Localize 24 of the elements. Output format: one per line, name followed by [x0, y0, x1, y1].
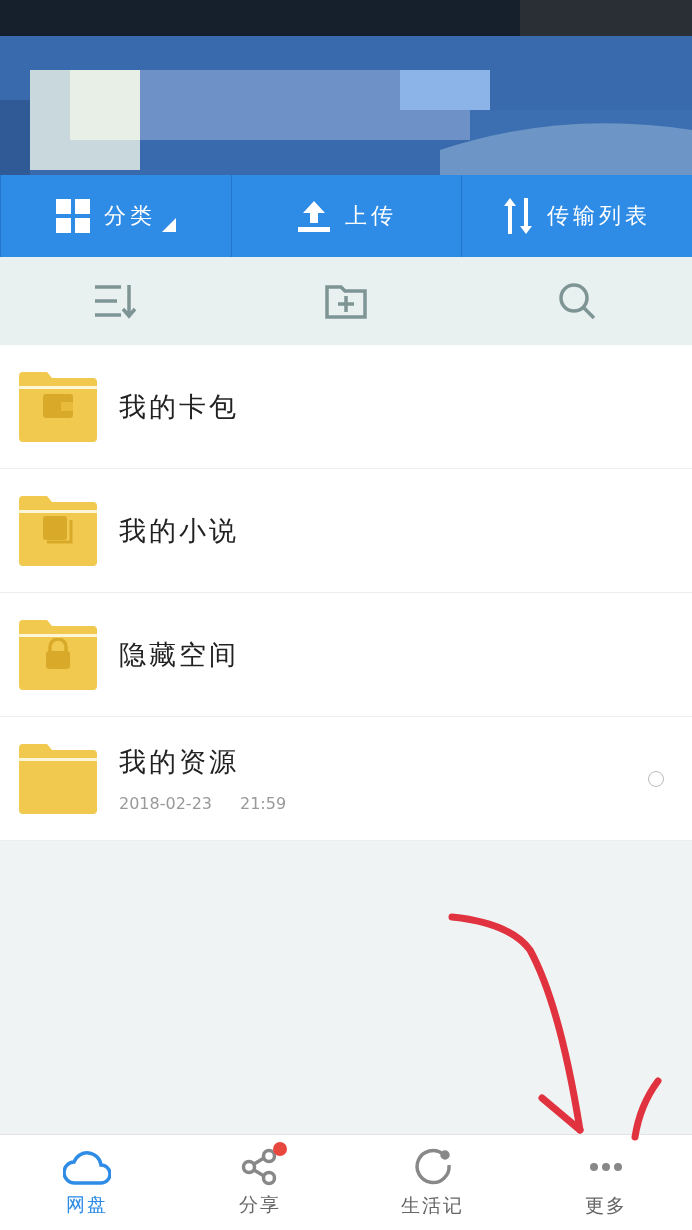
share-icon	[240, 1147, 279, 1186]
more-icon	[589, 1162, 622, 1171]
ring-icon	[412, 1146, 453, 1187]
modified-date: 2018-02-23	[119, 794, 212, 813]
sort-icon[interactable]	[93, 283, 138, 319]
search-icon[interactable]	[556, 281, 597, 321]
folder-item[interactable]: 我的资源 2018-02-23 21:59	[0, 717, 692, 841]
folder-icon	[19, 743, 97, 814]
folder-name: 隐藏空间	[119, 637, 240, 672]
new-folder-icon[interactable]	[325, 283, 367, 319]
folder-item[interactable]: 我的卡包	[0, 345, 692, 469]
upload-icon	[296, 199, 331, 233]
folder-name: 我的资源	[119, 745, 240, 779]
folder-item[interactable]: 隐藏空间	[0, 593, 692, 717]
modified-time: 21:59	[240, 794, 287, 813]
caret-icon	[161, 218, 176, 232]
wallet-icon	[43, 393, 73, 418]
folder-name: 我的卡包	[119, 389, 240, 424]
book-icon	[43, 515, 71, 542]
grid-icon	[55, 199, 90, 233]
folder-name: 我的小说	[119, 513, 240, 548]
folder-item[interactable]: 我的小说	[0, 469, 692, 593]
lock-icon	[46, 638, 70, 669]
up-down-arrows-icon	[503, 198, 534, 234]
